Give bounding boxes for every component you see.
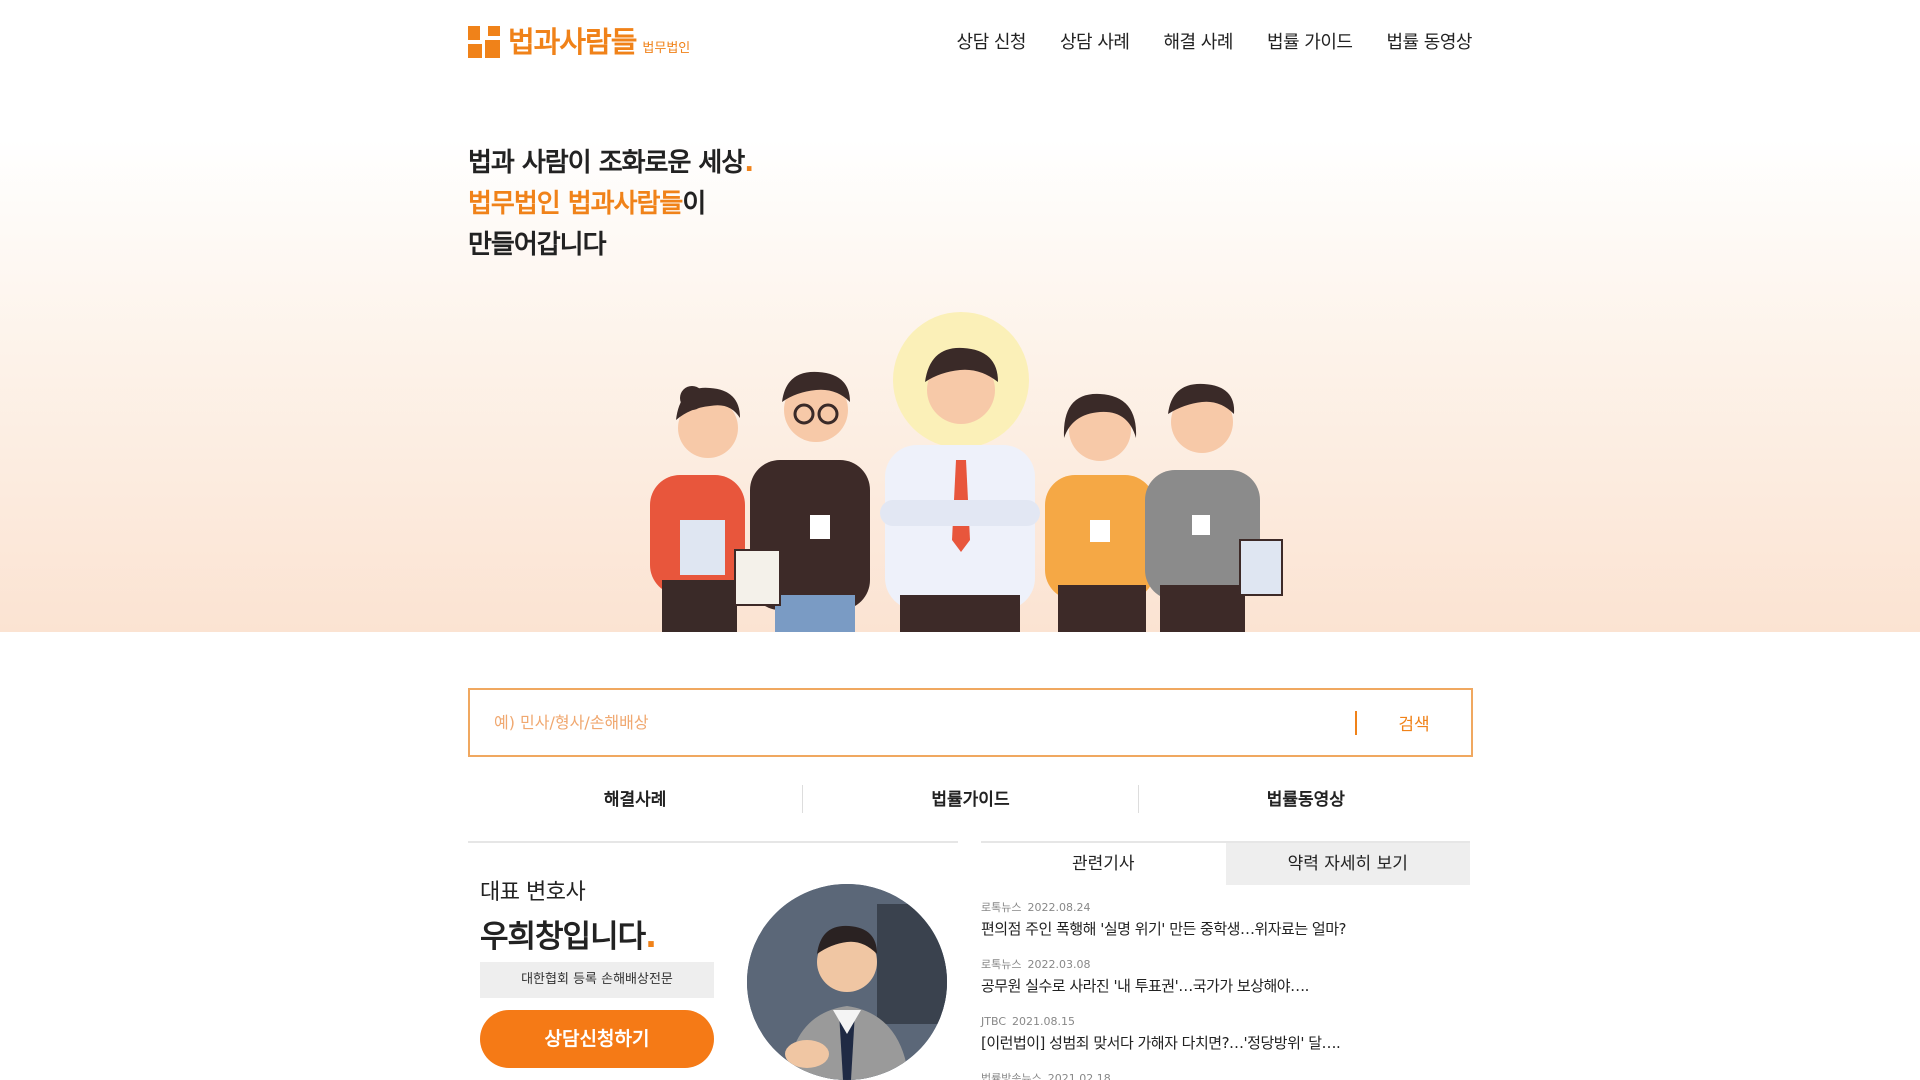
logo-text: 법과사람들 [508,25,637,59]
news-item[interactable]: 로톡뉴스 2022.03.08 공무원 실수로 사라진 '내 투표권'…국가가 보… [981,957,1481,1014]
news-date: 2021.08.15 [1012,1015,1075,1028]
section-divider [468,841,958,843]
news-list: 로톡뉴스 2022.08.24 편의점 주인 폭행해 '실명 위기' 만든 중학생… [981,900,1481,1080]
nav-consult-request[interactable]: 상담 신청 [957,28,1027,54]
news-source: 법률방송뉴스 [981,1072,1042,1080]
news-source: JTBC [981,1015,1006,1028]
site-header: 법과사람들 법무법인 상담 신청 상담 사례 해결 사례 법률 가이드 법률 동… [0,0,1920,84]
consult-request-button[interactable]: 상담신청하기 [480,1010,714,1068]
lawyer-role: 대표 변호사 [480,880,586,905]
person-orange [1045,393,1155,632]
nav-legal-guide[interactable]: 법률 가이드 [1267,28,1353,54]
news-title[interactable]: 공무원 실수로 사라진 '내 투표권'…국가가 보상해야…. [981,973,1481,999]
search-input[interactable] [470,713,1355,732]
hero-headline: 법과 사람이 조화로운 세상. 법무법인 법과사람들이 만들어갑니다 [468,143,754,266]
tab-profile-details[interactable]: 약력 자세히 보기 [1225,843,1470,885]
news-item[interactable]: 법률방송뉴스 2021.02.18 [981,1071,1481,1080]
news-title[interactable]: [이런법이] 성범죄 맞서다 가해자 다치면?…'정당방위' 달…. [981,1030,1481,1056]
person-dark [734,371,870,632]
search-bar: 검색 [468,688,1473,757]
hero-line-1: 법과 사람이 조화로운 세상 [468,148,745,178]
search-button[interactable]: 검색 [1357,710,1471,735]
logo[interactable]: 법과사람들 법무법인 [468,22,690,58]
tab-legal-video[interactable]: 법률동영상 [1139,785,1473,815]
nav-resolved-cases[interactable]: 해결 사례 [1163,28,1233,54]
news-title[interactable]: 편의점 주인 폭행해 '실명 위기' 만든 중학생…위자료는 얼마? [981,916,1481,942]
nav-legal-video[interactable]: 법률 동영상 [1386,28,1472,54]
lawyer-name: 우희창입니다. [480,919,657,955]
logo-subtext: 법무법인 [642,41,691,56]
news-item[interactable]: JTBC 2021.08.15 [이런법이] 성범죄 맞서다 가해자 다치면?…'… [981,1014,1481,1071]
news-date: 2022.08.24 [1027,901,1091,914]
category-tabs: 해결사례 법률가이드 법률동영상 [468,785,1473,815]
tab-legal-guide[interactable]: 법률가이드 [803,785,1137,815]
main-nav: 상담 신청 상담 사례 해결 사례 법률 가이드 법률 동영상 [957,28,1473,54]
news-item[interactable]: 로톡뉴스 2022.08.24 편의점 주인 폭행해 '실명 위기' 만든 중학생… [981,900,1481,957]
hero-line-2-highlight: 법무법인 법과사람들 [468,189,683,219]
person-grey [1145,383,1283,632]
nav-consult-cases[interactable]: 상담 사례 [1060,28,1130,54]
news-date: 2021.02.18 [1047,1072,1111,1080]
news-date: 2022.03.08 [1027,958,1091,971]
logo-icon [468,26,500,58]
tab-resolved-cases[interactable]: 해결사례 [468,785,802,815]
news-tabs: 관련기사 약력 자세히 보기 [981,841,1470,885]
tab-related-articles[interactable]: 관련기사 [981,843,1226,885]
lawyer-photo [747,884,947,1080]
team-illustration [650,312,1283,632]
specialty-badge: 대한협회 등록 손해배상전문 [480,962,714,998]
hero-line-3: 만들어갑니다 [468,230,607,260]
news-source: 로톡뉴스 [981,901,1022,914]
news-source: 로톡뉴스 [981,958,1022,971]
person-red [650,386,745,632]
